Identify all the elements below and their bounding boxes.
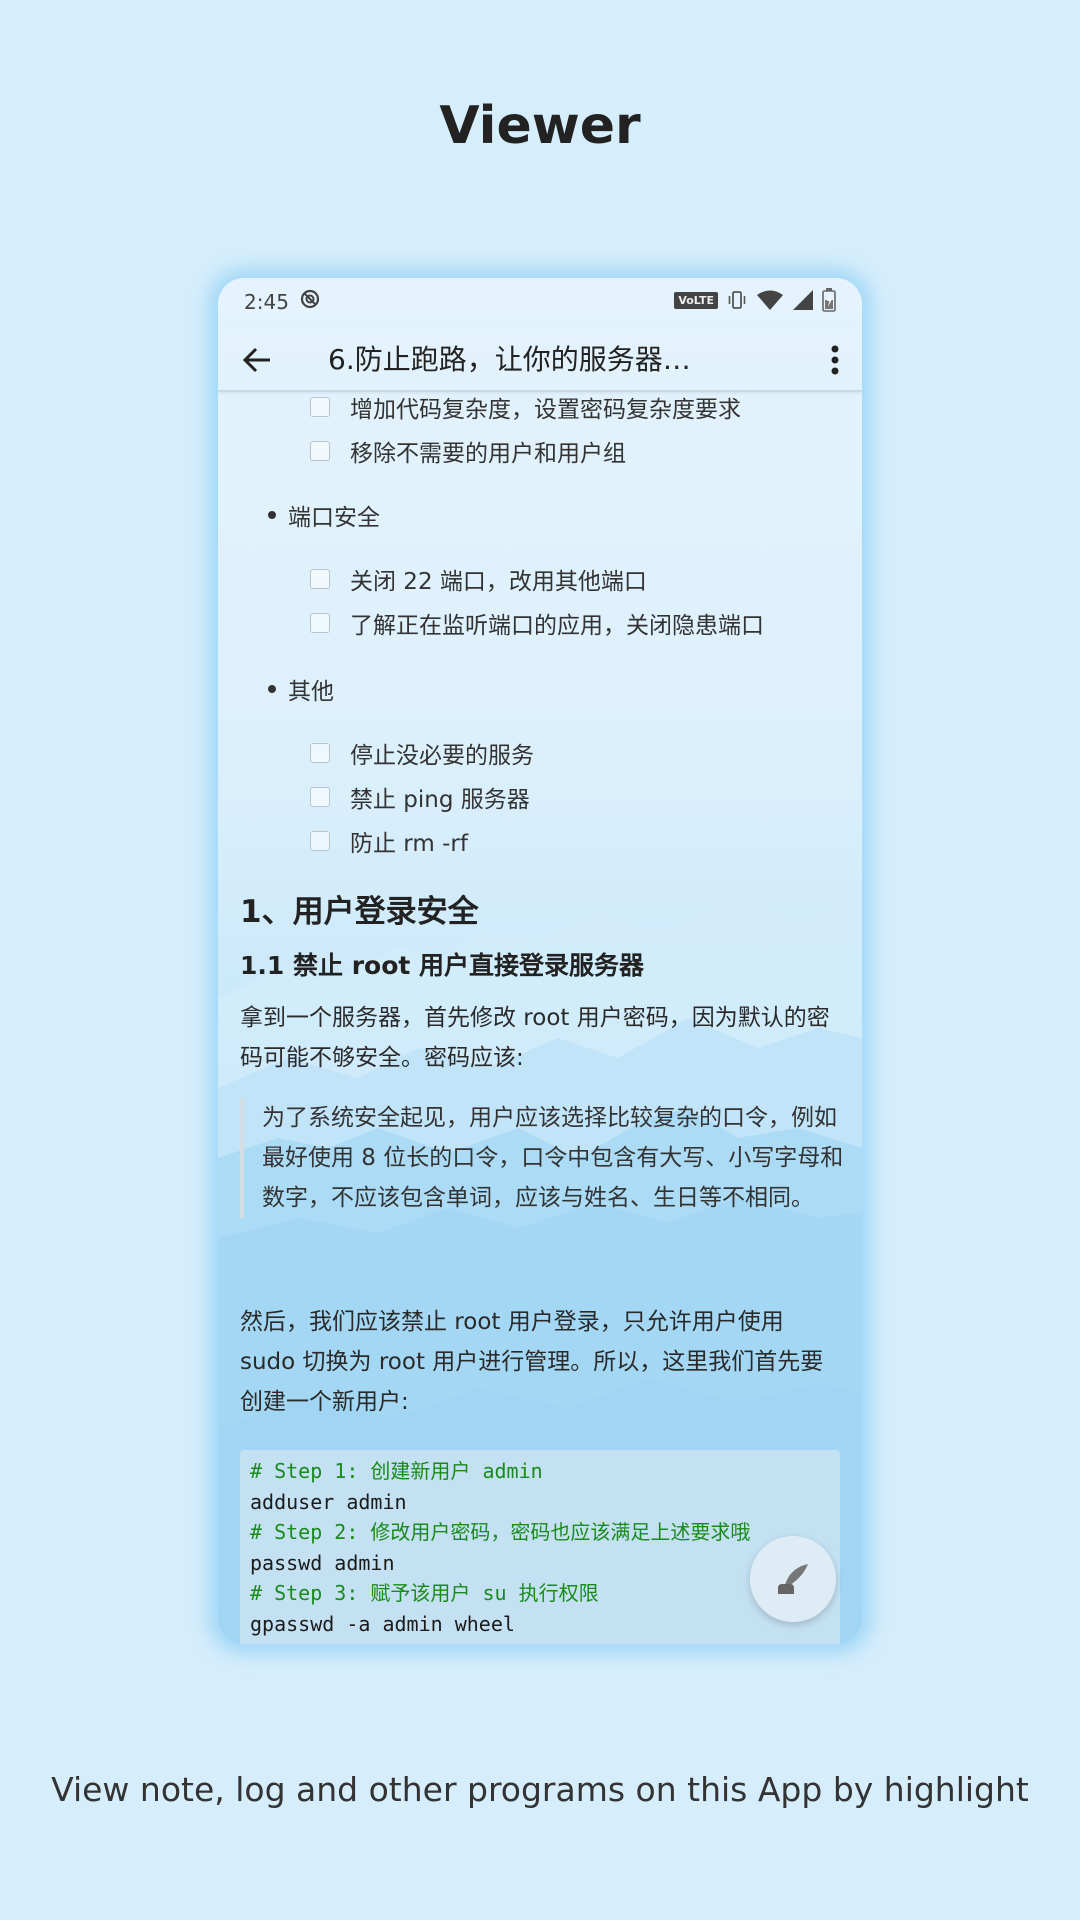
vibrate-icon <box>728 291 746 309</box>
edit-fab-button[interactable] <box>750 1536 836 1622</box>
paragraph: 拿到一个服务器，首先修改 root 用户密码，因为默认的密码可能不够安全。密码应… <box>240 1005 830 1071</box>
checklist-label: 停止没必要的服务 <box>350 743 534 769</box>
signal-icon <box>793 290 813 310</box>
app-bar: 6.防止跑路，让你的服务器… <box>218 326 862 392</box>
checklist-item[interactable]: 停止没必要的服务 <box>310 738 534 769</box>
checkbox[interactable] <box>310 743 330 763</box>
checklist-label: 了解正在监听端口的应用，关闭隐患端口 <box>350 613 764 639</box>
status-icons: VoLTE <box>674 288 836 312</box>
checklist-label: 移除不需要的用户和用户组 <box>350 441 626 467</box>
promo-heading: Viewer <box>439 96 641 156</box>
volte-badge: VoLTE <box>674 291 718 309</box>
code-comment-line: # Step 3: 赋予该用户 su 执行权限 <box>250 1581 599 1605</box>
bullet-label: 其他 <box>288 679 334 705</box>
checklist-label: 增加代码复杂度，设置密码复杂度要求 <box>350 397 741 423</box>
do-not-disturb-icon <box>300 289 320 309</box>
section-heading: 1、用户登录安全 <box>240 894 479 930</box>
battery-icon <box>822 288 836 312</box>
code-block: # Step 1: 创建新用户 admin adduser admin # Step… <box>240 1450 840 1644</box>
promo-caption: View note, log and other programs on thi… <box>51 1770 1029 1809</box>
checklist-item[interactable]: 移除不需要的用户和用户组 <box>310 436 626 467</box>
checkbox[interactable] <box>310 613 330 633</box>
checkbox[interactable] <box>310 569 330 589</box>
code-command-line: adduser admin <box>250 1489 407 1514</box>
checklist-item[interactable]: 防止 rm -rf <box>310 826 468 857</box>
checklist-label: 禁止 ping 服务器 <box>350 787 530 813</box>
checklist-item[interactable]: 了解正在监听端口的应用，关闭隐患端口 <box>310 608 764 639</box>
paragraph: 然后，我们应该禁止 root 用户登录，只允许用户使用 sudo 切换为 roo… <box>240 1309 824 1415</box>
code-comment-line: # Step 1: 创建新用户 admin <box>250 1459 543 1483</box>
code-command-line: passwd admin <box>250 1550 395 1575</box>
code-command-line: gpasswd -a admin wheel <box>250 1611 515 1636</box>
bullet-dot <box>268 511 276 519</box>
checkbox[interactable] <box>310 831 330 851</box>
checklist-label: 防止 rm -rf <box>350 831 468 857</box>
subsection-heading: 1.1 禁止 root 用户直接登录服务器 <box>240 951 645 980</box>
checklist-item[interactable]: 关闭 22 端口，改用其他端口 <box>310 564 647 595</box>
code-comment-line: # Step 2: 修改用户密码，密码也应该满足上述要求哦 <box>250 1520 751 1544</box>
checkbox[interactable] <box>310 397 330 417</box>
checklist-item[interactable]: 增加代码复杂度，设置密码复杂度要求 <box>310 392 741 423</box>
status-bar: 2:45 VoLTE <box>218 278 862 326</box>
checkbox[interactable] <box>310 441 330 461</box>
page-title: 6.防止跑路，让你的服务器… <box>328 343 691 376</box>
phone-screen: 2:45 VoLTE 6.防止跑路，让你的服务器… 增加代码复杂度，设置密码复杂… <box>218 278 862 1644</box>
more-vertical-icon[interactable] <box>830 344 840 376</box>
quill-pen-icon <box>778 1564 808 1594</box>
wifi-icon <box>757 290 783 310</box>
checkbox[interactable] <box>310 787 330 807</box>
blockquote: 为了系统安全起见，用户应该选择比较复杂的口令，例如最好使用 8 位长的口令，口令… <box>240 1098 848 1218</box>
bullet-item: 其他 <box>268 674 334 705</box>
arrow-left-icon[interactable] <box>238 340 278 380</box>
checklist-label: 关闭 22 端口，改用其他端口 <box>350 569 647 595</box>
note-content[interactable]: 增加代码复杂度，设置密码复杂度要求 移除不需要的用户和用户组 端口安全 关闭 2… <box>218 392 862 1644</box>
bullet-item: 端口安全 <box>268 500 380 531</box>
bullet-label: 端口安全 <box>288 505 380 531</box>
checklist-item[interactable]: 禁止 ping 服务器 <box>310 782 530 813</box>
status-time: 2:45 <box>244 290 289 314</box>
bullet-dot <box>268 685 276 693</box>
